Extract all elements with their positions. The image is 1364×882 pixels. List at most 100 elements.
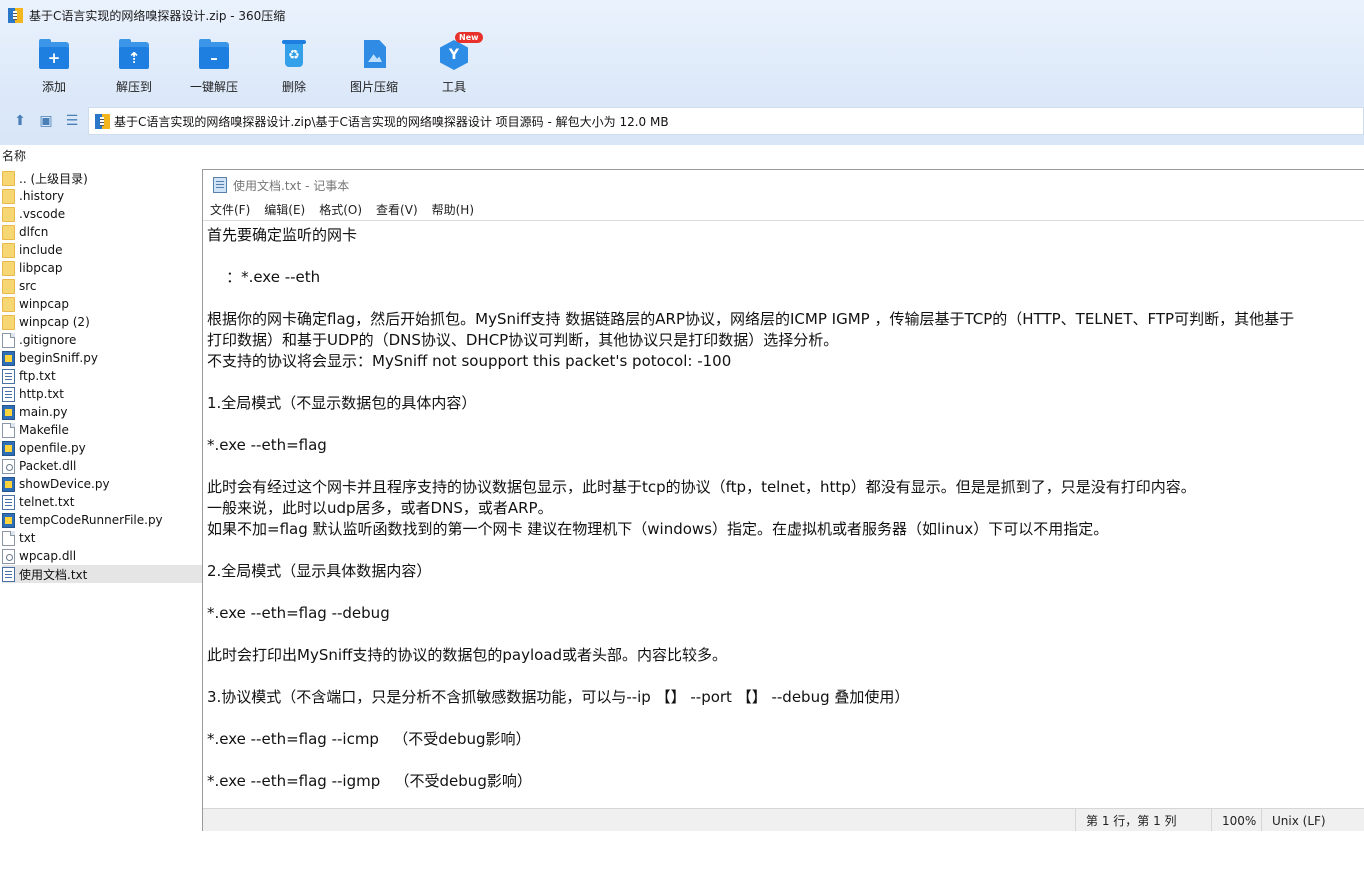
- list-item[interactable]: .. (上级目录): [2, 169, 200, 187]
- one-click-extract-label: 一键解压: [189, 80, 238, 94]
- notepad-window: 使用文档.txt - 记事本 文件(F) 编辑(E) 格式(O) 查看(V) 帮…: [202, 169, 1364, 833]
- text-line: ：*.exe --eth: [207, 268, 321, 286]
- folder-icon: [2, 206, 15, 222]
- delete-button[interactable]: ♻ 删除: [254, 38, 334, 95]
- text-line: 2.全局模式（显示具体数据内容）: [207, 562, 432, 580]
- tools-label: 工具: [441, 80, 466, 94]
- address-bar[interactable]: 基于C语言实现的网络嗅探器设计.zip\基于C语言实现的网络嗅探器设计 项目源码…: [88, 107, 1364, 135]
- extract-to-label: 解压到: [115, 80, 152, 94]
- menu-edit[interactable]: 编辑(E): [264, 200, 305, 220]
- text-line: [207, 288, 1364, 309]
- cursor-position: 第 1 行，第 1 列: [1075, 808, 1211, 833]
- list-item[interactable]: wpcap.dll: [2, 547, 200, 565]
- text-line: 一般来说，此时以udp居多，或者DNS，或者ARP。: [207, 499, 553, 517]
- list-item[interactable]: txt: [2, 529, 200, 547]
- list-item[interactable]: tempCodeRunnerFile.py: [2, 511, 200, 529]
- file-list: .. (上级目录) .history .vscode dlfcn include…: [2, 169, 202, 583]
- list-item[interactable]: main.py: [2, 403, 200, 421]
- file-name: Makefile: [19, 423, 69, 437]
- list-item[interactable]: telnet.txt: [2, 493, 200, 511]
- notepad-status-bar: 第 1 行，第 1 列 100% Unix (LF): [203, 808, 1364, 833]
- list-item[interactable]: .vscode: [2, 205, 200, 223]
- extract-to-button[interactable]: ⇡ 解压到: [94, 38, 174, 95]
- menu-format[interactable]: 格式(O): [319, 200, 362, 220]
- file-name: winpcap (2): [19, 315, 90, 329]
- menu-view[interactable]: 查看(V): [376, 200, 418, 220]
- delete-label: 删除: [281, 80, 306, 94]
- list-item[interactable]: http.txt: [2, 385, 200, 403]
- zip-archive-icon: [95, 113, 110, 129]
- list-item[interactable]: dlfcn: [2, 223, 200, 241]
- folder-icon: [2, 170, 15, 186]
- list-item[interactable]: Makefile: [2, 421, 200, 439]
- notepad-menu-bar: 文件(F) 编辑(E) 格式(O) 查看(V) 帮助(H): [203, 200, 1364, 220]
- zoom-level: 100%: [1211, 808, 1261, 833]
- file-name: dlfcn: [19, 225, 49, 239]
- text-line: 首先要确定监听的网卡: [207, 226, 358, 244]
- tools-icon: Y New: [437, 32, 483, 72]
- text-line: 1.全局模式（不显示数据包的具体内容）: [207, 394, 477, 412]
- archiver-header: 基于C语言实现的网络嗅探器设计.zip - 360压缩 + 添加 ⇡ 解压到 –…: [0, 0, 1364, 145]
- text-line: [207, 624, 1364, 645]
- text-file-icon: [2, 368, 15, 384]
- file-name: showDevice.py: [19, 477, 110, 491]
- python-file-icon: [2, 404, 15, 420]
- list-item[interactable]: .gitignore: [2, 331, 200, 349]
- image-compress-button[interactable]: 图片压缩: [334, 38, 414, 95]
- text-line: [207, 372, 1364, 393]
- text-file-icon: [2, 494, 15, 510]
- one-click-extract-icon: –: [197, 38, 231, 72]
- file-name: .history: [19, 189, 65, 203]
- one-click-extract-button[interactable]: – 一键解压: [174, 38, 254, 95]
- dll-file-icon: [2, 458, 15, 474]
- menu-help[interactable]: 帮助(H): [432, 200, 474, 220]
- text-line: [207, 246, 1364, 267]
- column-header-name[interactable]: 名称: [0, 147, 1364, 165]
- window-title: 基于C语言实现的网络嗅探器设计.zip - 360压缩: [29, 8, 286, 23]
- list-item[interactable]: ftp.txt: [2, 367, 200, 385]
- file-name: .gitignore: [19, 333, 77, 347]
- list-view-icon[interactable]: ☰: [64, 113, 80, 129]
- list-item[interactable]: include: [2, 241, 200, 259]
- file-name: main.py: [19, 405, 68, 419]
- address-row: ⬆ ▣ ☰ 基于C语言实现的网络嗅探器设计.zip\基于C语言实现的网络嗅探器设…: [0, 107, 1364, 135]
- text-line: 此时会有经过这个网卡并且程序支持的协议数据包显示，此时基于tcp的协议（ftp，…: [207, 478, 1196, 496]
- text-line: [207, 666, 1364, 687]
- image-compress-icon: [357, 38, 391, 72]
- file-name: txt: [19, 531, 36, 545]
- python-file-icon: [2, 350, 15, 366]
- list-item[interactable]: src: [2, 277, 200, 295]
- list-item[interactable]: showDevice.py: [2, 475, 200, 493]
- notepad-title-bar[interactable]: 使用文档.txt - 记事本: [203, 170, 1364, 200]
- add-button[interactable]: + 添加: [14, 38, 94, 95]
- file-name: ftp.txt: [19, 369, 56, 383]
- folder-icon: [2, 224, 15, 240]
- folder-icon: [2, 242, 15, 258]
- new-badge: New: [455, 32, 483, 43]
- list-item-selected[interactable]: 使用文档.txt: [2, 565, 202, 583]
- list-item[interactable]: .history: [2, 187, 200, 205]
- python-file-icon: [2, 476, 15, 492]
- list-item[interactable]: beginSniff.py: [2, 349, 200, 367]
- blank-area: [0, 831, 1364, 882]
- list-item[interactable]: winpcap (2): [2, 313, 200, 331]
- text-line: *.exe --eth=flag --icmp （不受debug影响）: [207, 730, 531, 748]
- tools-button[interactable]: Y New 工具: [414, 32, 494, 95]
- notepad-text-area[interactable]: 首先要确定监听的网卡 ：*.exe --eth 根据你的网卡确定flag，然后开始…: [203, 220, 1364, 808]
- list-item[interactable]: Packet.dll: [2, 457, 200, 475]
- text-line: [207, 708, 1364, 729]
- text-line: 根据你的网卡确定flag，然后开始抓包。MySniff支持 数据链路层的ARP协…: [207, 310, 1295, 328]
- text-line: [207, 792, 1364, 808]
- list-item[interactable]: libpcap: [2, 259, 200, 277]
- python-file-icon: [2, 512, 15, 528]
- list-item[interactable]: openfile.py: [2, 439, 200, 457]
- file-name: beginSniff.py: [19, 351, 98, 365]
- thumbnail-view-icon[interactable]: ▣: [38, 113, 54, 129]
- menu-file[interactable]: 文件(F): [210, 200, 250, 220]
- text-line: 如果不加=flag 默认监听函数找到的第一个网卡 建议在物理机下（windows…: [207, 520, 1109, 538]
- list-item[interactable]: winpcap: [2, 295, 200, 313]
- file-name: telnet.txt: [19, 495, 75, 509]
- up-arrow-icon[interactable]: ⬆: [12, 113, 28, 129]
- file-name: openfile.py: [19, 441, 86, 455]
- text-line: [207, 582, 1364, 603]
